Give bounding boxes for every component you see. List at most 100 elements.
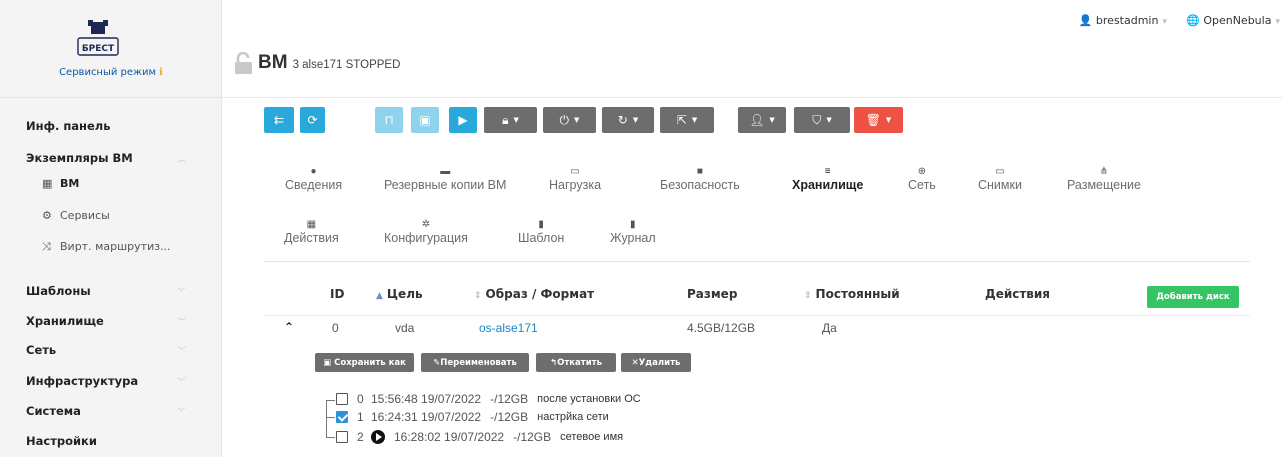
user-name: brestadmin <box>1095 14 1159 27</box>
nav-vm-instances[interactable]: Экземпляры ВМ <box>26 151 133 165</box>
rename-label: Переименовать <box>440 357 517 368</box>
tab-storage[interactable]: ≡ Хранилище <box>792 165 863 192</box>
user-icon: 👤 <box>1078 14 1093 27</box>
services-icon: ⚙ <box>42 209 52 222</box>
snapshot-row[interactable]: 1 16:24:31 19/07/2022 -/12GB настрйка се… <box>336 410 609 424</box>
file-text-icon: ▮ <box>630 219 636 230</box>
snapshot-checkbox[interactable] <box>336 431 348 443</box>
back-button[interactable]: ⇇ <box>264 107 294 133</box>
snapshot-row[interactable]: 0 15:56:48 19/07/2022 -/12GB после устан… <box>336 392 641 406</box>
tab-log[interactable]: ▮ Журнал <box>610 218 656 245</box>
floppy-icon: ▣ <box>323 357 335 368</box>
tab-snapshots[interactable]: ▭ Снимки <box>978 165 1022 192</box>
labels-menu-button[interactable]: ⛉ ▼ <box>794 107 850 133</box>
tab-template[interactable]: ▮ Шаблон <box>518 218 564 245</box>
add-disk-button[interactable]: Добавить диск <box>1147 286 1239 308</box>
reboot-menu-button[interactable]: ↻ ▼ <box>602 107 654 133</box>
cog-icon: ✲ <box>421 219 431 230</box>
info-icon: ℹ <box>159 67 163 78</box>
nav-dashboard[interactable]: Инф. панель <box>26 119 111 133</box>
snapshot-id: 0 <box>357 392 364 406</box>
col-image[interactable]: ⇕ Образ / Формат <box>474 287 594 301</box>
col-persistent[interactable]: ⇕ Постоянный <box>804 287 900 301</box>
snapshot-checkbox[interactable] <box>336 393 348 405</box>
disk-persistent: Да <box>822 321 837 335</box>
nav-virtual-routers[interactable]: ⤨ Вирт. маршрутиз... <box>42 240 171 254</box>
refresh-button[interactable]: ⟳ <box>300 107 325 133</box>
nav-storage[interactable]: Хранилище <box>26 314 104 328</box>
tab-security[interactable]: ■ Безопасность <box>660 165 740 192</box>
chevron-down-icon: ﹀ <box>177 288 187 298</box>
file-icon: ▮ <box>538 219 544 230</box>
nav-templates[interactable]: Шаблоны <box>26 284 91 298</box>
nav-infrastructure[interactable]: Инфраструктура <box>26 374 138 388</box>
chevron-up-icon[interactable]: ⌃ <box>284 320 294 334</box>
snapshot-id: 2 <box>357 430 364 444</box>
service-mode-label[interactable]: Сервисный режим ℹ <box>0 67 222 78</box>
tree-branch <box>326 400 335 401</box>
service-mode-text: Сервисный режим <box>59 67 157 78</box>
revert-label: Откатить <box>557 357 602 368</box>
tree-branch <box>326 437 335 438</box>
vm-title: ВМ <box>258 52 288 73</box>
calendar-icon: ▦ <box>306 219 317 230</box>
nav-services[interactable]: ⚙ Сервисы <box>42 209 110 222</box>
page-title: ВМ 3 alse171 STOPPED <box>234 50 400 74</box>
snapshot-name: сетевое имя <box>560 431 624 443</box>
delete-menu-button[interactable]: 🗑︎ ▼ <box>854 107 903 133</box>
nav-network[interactable]: Сеть <box>26 343 56 357</box>
disk-id: 0 <box>332 321 339 335</box>
zone-menu[interactable]: 🌐 OpenNebula ▾ <box>1186 14 1280 27</box>
play-button[interactable]: ▶ <box>449 107 477 133</box>
brest-logo[interactable]: БРЕСТ <box>74 20 122 63</box>
revert-button[interactable]: ↰ Откатить <box>536 353 616 372</box>
tab-placement[interactable]: ⋔ Размещение <box>1067 165 1141 192</box>
tab-load-label: Нагрузка <box>549 178 602 192</box>
snapshot-date: 16:24:31 19/07/2022 <box>371 410 482 424</box>
nav-virtual-routers-label: Вирт. маршрутиз... <box>60 240 171 253</box>
tab-storage-label: Хранилище <box>792 178 864 192</box>
tab-placement-label: Размещение <box>1067 178 1141 192</box>
disk-image-link[interactable]: os-alse171 <box>479 321 538 335</box>
snapshot-size: -/12GB <box>490 392 529 406</box>
sort-icon: ⇕ <box>804 291 812 301</box>
tab-configuration[interactable]: ✲ Конфигурация <box>384 218 468 245</box>
deploy-button[interactable]: ⊓ <box>375 107 403 133</box>
user-menu[interactable]: 👤 brestadmin ▾ <box>1079 14 1167 27</box>
tab-network-label: Сеть <box>908 178 936 192</box>
col-id[interactable]: ID <box>330 287 344 301</box>
tab-network[interactable]: ⊕ Сеть <box>908 165 936 192</box>
tab-info[interactable]: ● Сведения <box>285 165 342 192</box>
rename-button[interactable]: ✎ Переименовать <box>421 353 529 372</box>
migrate-menu-button[interactable]: ⇱ ▼ <box>660 107 714 133</box>
chevron-down-icon: ▾ <box>1162 17 1167 27</box>
tab-info-label: Сведения <box>285 178 343 192</box>
power-menu-button[interactable]: ⏻ ▼ <box>543 107 596 133</box>
tree-branch <box>326 417 335 418</box>
snapshot-checkbox[interactable] <box>336 411 348 423</box>
tab-actions[interactable]: ▦ Действия <box>284 218 339 245</box>
lock-menu-button[interactable]: 🔒︎ ▼ <box>484 107 537 133</box>
chevron-down-icon: ▼ <box>769 116 775 124</box>
nav-settings[interactable]: Настройки <box>26 434 97 448</box>
lock-open-icon <box>235 52 252 74</box>
nav-vms[interactable]: ▦ ВМ <box>42 177 79 190</box>
save-as-button[interactable]: ▣ Сохранить как <box>315 353 414 372</box>
nav-system[interactable]: Система <box>26 404 81 418</box>
snapshot-id: 1 <box>357 410 364 424</box>
redo-icon: ↻ <box>617 113 628 127</box>
tab-load[interactable]: ▭ Нагрузка <box>549 165 601 192</box>
col-size[interactable]: Размер <box>687 287 737 301</box>
save-button[interactable]: ▣ <box>411 107 439 133</box>
chevron-up-icon: ︿ <box>177 155 187 165</box>
floppy-icon: ▣ <box>419 113 431 127</box>
delete-snapshot-label: Удалить <box>638 357 681 368</box>
delete-snapshot-button[interactable]: ✕ Удалить <box>621 353 691 372</box>
sitemap-icon: ⋔ <box>1099 166 1109 177</box>
snapshot-name: настрйка сети <box>537 411 609 423</box>
chevron-down-icon: ﹀ <box>177 408 187 418</box>
tab-backups[interactable]: ▬ Резервные копии ВМ <box>384 165 506 192</box>
col-target[interactable]: ▲ Цель <box>376 287 423 301</box>
snapshot-row[interactable]: 2 16:28:02 19/07/2022 -/12GB сетевое имя <box>336 430 623 444</box>
owner-menu-button[interactable]: 👤︎ ▼ <box>738 107 786 133</box>
